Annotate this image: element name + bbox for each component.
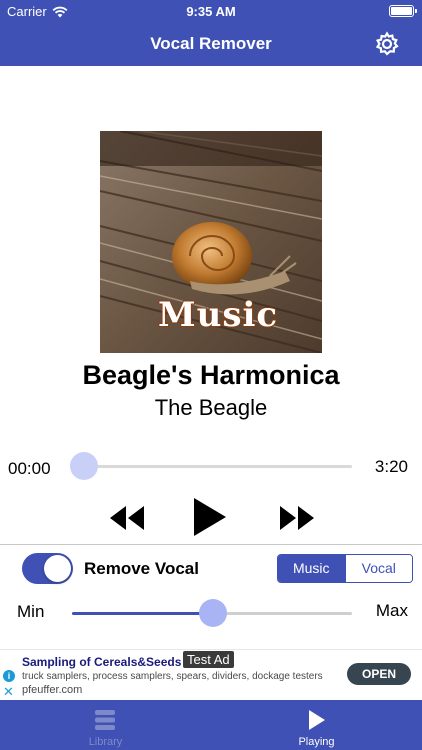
play-icon: [309, 710, 325, 730]
ad-title[interactable]: Sampling of Cereals&Seeds: [22, 655, 181, 669]
level-slider-thumb[interactable]: [199, 599, 227, 627]
status-bar: Carrier 9:35 AM: [0, 0, 422, 22]
elapsed-time: 00:00: [8, 459, 51, 478]
remove-vocal-toggle[interactable]: [22, 553, 73, 584]
toggle-knob: [44, 555, 71, 582]
segment-music[interactable]: Music: [278, 555, 345, 582]
ad-url[interactable]: pfeuffer.com: [22, 684, 82, 696]
tab-playing[interactable]: Playing: [211, 700, 422, 750]
progress-track[interactable]: [72, 465, 352, 468]
fast-forward-icon[interactable]: [278, 504, 316, 532]
section-divider: [0, 544, 422, 545]
level-slider-fill: [72, 612, 212, 615]
slider-min-label: Min: [17, 602, 45, 621]
library-icon: [95, 710, 115, 730]
tab-bar: Library Playing: [0, 700, 422, 750]
ad-open-button[interactable]: OPEN: [347, 663, 411, 685]
total-time: 3:20: [374, 457, 408, 476]
info-icon[interactable]: i: [3, 670, 15, 682]
progress-thumb[interactable]: [70, 452, 98, 480]
battery-icon: [389, 5, 417, 17]
slider-max-label: Max: [375, 601, 408, 620]
album-artwork: Music: [100, 131, 322, 353]
track-artist: The Beagle: [154, 395, 268, 420]
album-art-text: Music: [157, 294, 279, 336]
gear-icon[interactable]: [374, 31, 400, 57]
test-ad-badge: Test Ad: [183, 651, 234, 668]
close-icon[interactable]: ✕: [3, 684, 14, 700]
remove-vocal-label: Remove Vocal: [84, 559, 199, 578]
ad-description: truck samplers, process samplers, spears…: [22, 671, 323, 682]
mode-segmented-control: Music Vocal: [277, 554, 413, 583]
track-title: Beagle's Harmonica: [82, 360, 340, 390]
tab-library[interactable]: Library: [0, 700, 211, 750]
tab-playing-label: Playing: [298, 736, 335, 748]
app-header: Carrier 9:35 AM Vocal Remover: [0, 0, 422, 66]
play-icon[interactable]: [192, 497, 228, 537]
page-title: Vocal Remover: [150, 34, 272, 53]
status-time: 9:35 AM: [186, 4, 236, 19]
tab-library-label: Library: [88, 736, 123, 748]
rewind-icon[interactable]: [108, 504, 146, 532]
segment-vocal[interactable]: Vocal: [344, 555, 412, 582]
